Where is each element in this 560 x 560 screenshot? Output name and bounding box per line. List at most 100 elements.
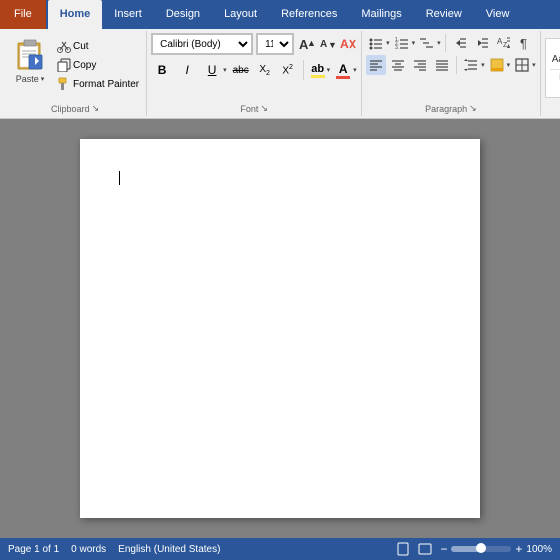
font-name-row: Calibri (Body) 11 A▲ A▼ [151, 33, 357, 55]
view-mode-print[interactable] [396, 542, 410, 556]
paragraph-label: Paragraph ↘ [366, 101, 536, 114]
normal-style-swatch[interactable]: AaBbCcD Normal [545, 38, 560, 98]
numbering-dropdown[interactable]: ▾ [412, 39, 416, 47]
font-label: Font ↘ [151, 101, 357, 114]
tab-review[interactable]: Review [414, 0, 474, 29]
language-indicator: English (United States) [118, 544, 220, 555]
highlight-color-with-dropdown: ab ▾ [309, 62, 331, 79]
superscript-button[interactable]: X2 [278, 60, 298, 80]
borders-icon [514, 57, 530, 73]
increase-indent-icon [474, 35, 490, 51]
zoom-out[interactable]: − [440, 542, 447, 556]
shading-with-dropdown: ▾ [487, 55, 511, 75]
multilevel-with-dropdown: ▾ [417, 33, 441, 53]
pilcrow-icon: ¶ [518, 35, 534, 51]
paste-dropdown-arrow[interactable]: ▾ [41, 75, 45, 83]
font-color-with-dropdown: A ▾ [333, 61, 357, 80]
font-color-dropdown[interactable]: ▾ [353, 66, 357, 74]
font-color-button[interactable]: A [333, 61, 353, 80]
show-hide-button[interactable]: ¶ [516, 33, 536, 53]
italic-button[interactable]: I [176, 59, 198, 81]
multilevel-button[interactable] [417, 33, 437, 53]
zoom-slider[interactable] [451, 546, 511, 552]
document-area[interactable] [0, 119, 560, 538]
paste-label: Paste [16, 74, 39, 84]
underline-with-dropdown: U ▾ [201, 59, 227, 81]
align-center-button[interactable] [388, 55, 408, 75]
underline-dropdown[interactable]: ▾ [223, 66, 227, 74]
align-left-button[interactable] [366, 55, 386, 75]
clipboard-label: Clipboard ↘ [8, 101, 142, 114]
zoom-in[interactable]: + [515, 542, 522, 556]
multilevel-icon [419, 35, 435, 51]
tab-mailings[interactable]: Mailings [349, 0, 413, 29]
svg-text:A: A [340, 37, 349, 51]
highlight-dropdown[interactable]: ▾ [327, 66, 331, 74]
highlight-color-bar [311, 75, 325, 78]
tab-home[interactable]: Home [48, 0, 103, 29]
line-spacing-button[interactable] [461, 55, 481, 75]
document-page[interactable] [80, 139, 480, 518]
svg-text:A: A [320, 39, 327, 50]
paragraph-expand-icon[interactable]: ↘ [469, 103, 477, 114]
multilevel-dropdown[interactable]: ▾ [437, 39, 441, 47]
shading-button[interactable] [487, 55, 507, 75]
status-right: − + 100% [396, 542, 552, 556]
font-expand-icon[interactable]: ↘ [260, 103, 268, 114]
numbering-button[interactable]: 1. 2. 3. [392, 33, 412, 53]
shading-icon [489, 57, 505, 73]
format-painter-button[interactable]: Format Painter [54, 75, 142, 93]
tab-insert[interactable]: Insert [102, 0, 154, 29]
bold-button[interactable]: B [151, 59, 173, 81]
tab-file[interactable]: File [0, 0, 46, 29]
cut-button[interactable]: Cut [54, 37, 142, 55]
word-count: 0 words [71, 544, 106, 555]
para-row-2: ▾ ▾ [366, 55, 536, 75]
cut-label: Cut [73, 41, 89, 52]
paste-button[interactable]: Paste ▾ [8, 33, 52, 88]
copy-icon [57, 58, 71, 72]
borders-dropdown[interactable]: ▾ [532, 61, 536, 69]
borders-with-dropdown: ▾ [512, 55, 536, 75]
clear-formatting-button[interactable]: A [339, 34, 357, 54]
decrease-indent-button[interactable] [450, 33, 470, 53]
font-size-select[interactable]: 11 [257, 34, 293, 54]
highlight-button[interactable]: ab [309, 62, 327, 79]
copy-button[interactable]: Copy [54, 56, 142, 74]
numbering-with-dropdown: 1. 2. 3. ▾ [392, 33, 416, 53]
underline-button[interactable]: U [201, 59, 223, 81]
styles-label: Styles [545, 102, 560, 114]
paintbrush-icon [57, 77, 71, 91]
view-mode-web[interactable] [418, 542, 432, 556]
line-spacing-icon [463, 57, 479, 73]
font-name-select[interactable]: Calibri (Body) [152, 34, 252, 54]
bullets-dropdown[interactable]: ▾ [386, 39, 390, 47]
line-spacing-dropdown[interactable]: ▾ [481, 61, 485, 69]
font-grow-button[interactable]: A▲ [297, 34, 315, 54]
tab-references[interactable]: References [269, 0, 349, 29]
font-shrink-button[interactable]: A▼ [318, 34, 336, 54]
format-painter-label: Format Painter [73, 79, 139, 90]
style-sample-text: AaBbCcD [552, 54, 560, 65]
bullets-button[interactable] [366, 33, 386, 53]
ribbon: Paste ▾ Cut [0, 29, 560, 119]
clipboard-expand-icon[interactable]: ↘ [92, 103, 100, 114]
svg-text:▲: ▲ [307, 38, 314, 48]
justify-icon [434, 57, 450, 73]
shading-dropdown[interactable]: ▾ [507, 61, 511, 69]
svg-text:3.: 3. [395, 45, 399, 51]
align-left-icon [368, 57, 384, 73]
subscript-button[interactable]: X2 [255, 60, 275, 80]
separator2 [445, 34, 446, 52]
align-center-icon [390, 57, 406, 73]
sort-button[interactable]: A Z [494, 33, 514, 53]
justify-button[interactable] [432, 55, 452, 75]
borders-button[interactable] [512, 55, 532, 75]
tab-view[interactable]: View [474, 0, 522, 29]
align-right-button[interactable] [410, 55, 430, 75]
strikethrough-button[interactable]: abc [230, 59, 252, 81]
tab-layout[interactable]: Layout [212, 0, 269, 29]
tab-design[interactable]: Design [154, 0, 212, 29]
increase-indent-button[interactable] [472, 33, 492, 53]
line-spacing-with-dropdown: ▾ [461, 55, 485, 75]
